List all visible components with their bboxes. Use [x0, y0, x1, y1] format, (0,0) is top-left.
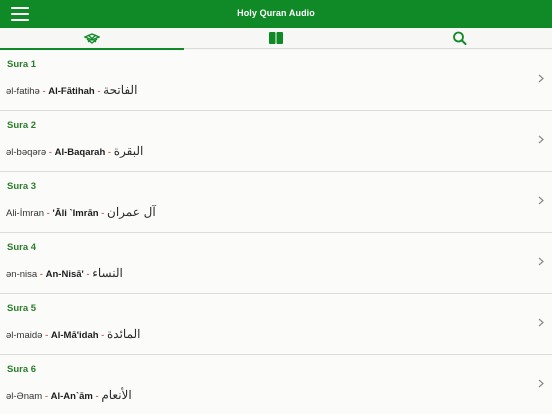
separator: -: [42, 330, 51, 341]
sura-row[interactable]: Sura 6 əl-Ənam - Al-An`ām - الأنعام: [0, 355, 552, 414]
app-header: Holy Quran Audio: [0, 0, 552, 28]
sura-phonetic-name: Ali-İmran: [6, 208, 45, 219]
sura-transliteration: Al-Baqarah: [54, 147, 106, 158]
sura-names: əl-fatihə - Al-Fātihah - الفاتحة: [6, 83, 137, 97]
sura-names: əl-bəqərə - Al-Baqarah - البقرة: [6, 144, 143, 158]
sura-number: Sura 5: [7, 303, 37, 314]
sura-transliteration: Al-Mā'idah: [50, 330, 99, 341]
sura-phonetic-name: əl-bəqərə: [6, 147, 47, 158]
chevron-right-icon: [538, 257, 544, 266]
separator: -: [46, 147, 55, 158]
sura-transliteration: Al-An`ām: [50, 391, 93, 402]
sura-number: Sura 2: [7, 120, 37, 131]
sura-arabic-name: الفاتحة: [103, 83, 138, 97]
separator: -: [105, 147, 114, 158]
sura-number: Sura 3: [7, 181, 37, 192]
sura-arabic-name: آل عمران: [107, 205, 156, 219]
sura-phonetic-name: ən-nisa: [6, 269, 38, 280]
search-icon: [453, 31, 467, 45]
sura-arabic-name: البقرة: [113, 144, 144, 158]
chevron-right-icon: [538, 379, 544, 388]
tab-bar: [0, 28, 552, 50]
separator: -: [42, 391, 51, 402]
sura-row[interactable]: Sura 2 əl-bəqərə - Al-Baqarah - البقرة: [0, 111, 552, 172]
separator: -: [39, 86, 49, 97]
chevron-right-icon: [538, 318, 544, 327]
sura-number: Sura 6: [7, 364, 37, 375]
tab-reader[interactable]: [184, 28, 368, 49]
sura-number: Sura 1: [7, 59, 37, 70]
separator: -: [83, 269, 93, 280]
sura-phonetic-name: əl-Ənam: [6, 391, 43, 402]
separator: -: [37, 269, 46, 280]
sura-arabic-name: النساء: [92, 266, 123, 280]
sura-transliteration: Al-Fātihah: [48, 86, 95, 97]
sura-phonetic-name: əl-maidə: [6, 330, 43, 341]
sura-names: Ali-İmran - 'Āli `Imrān - آل عمران: [6, 205, 156, 219]
tab-search[interactable]: [368, 28, 552, 49]
sura-row[interactable]: Sura 3 Ali-İmran - 'Āli `Imrān - آل عمرا…: [0, 172, 552, 233]
sura-names: ən-nisa - An-Nisā' - النساء: [6, 266, 123, 280]
quran-book-stand-icon: [84, 33, 100, 44]
sura-arabic-name: الأنعام: [101, 388, 132, 402]
sura-arabic-name: المائدة: [107, 327, 141, 341]
sura-list: Sura 1 əl-fatihə - Al-Fātihah - الفاتحة …: [0, 50, 552, 414]
separator: -: [94, 86, 104, 97]
sura-phonetic-name: əl-fatihə: [6, 86, 40, 97]
tab-sura-list[interactable]: [0, 28, 184, 50]
open-book-icon: [269, 32, 283, 44]
app-title: Holy Quran Audio: [237, 8, 315, 18]
sura-transliteration: An-Nisā': [45, 269, 84, 280]
sura-names: əl-Ənam - Al-An`ām - الأنعام: [6, 388, 132, 402]
separator: -: [98, 330, 107, 341]
separator: -: [98, 208, 107, 219]
sura-names: əl-maidə - Al-Mā'idah - المائدة: [6, 327, 141, 341]
sura-row[interactable]: Sura 1 əl-fatihə - Al-Fātihah - الفاتحة: [0, 50, 552, 111]
chevron-right-icon: [538, 196, 544, 205]
chevron-right-icon: [538, 74, 544, 83]
chevron-right-icon: [538, 135, 544, 144]
sura-transliteration: 'Āli `Imrān: [52, 208, 99, 219]
sura-row[interactable]: Sura 5 əl-maidə - Al-Mā'idah - المائدة: [0, 294, 552, 355]
sura-number: Sura 4: [7, 242, 37, 253]
sura-row[interactable]: Sura 4 ən-nisa - An-Nisā' - النساء: [0, 233, 552, 294]
